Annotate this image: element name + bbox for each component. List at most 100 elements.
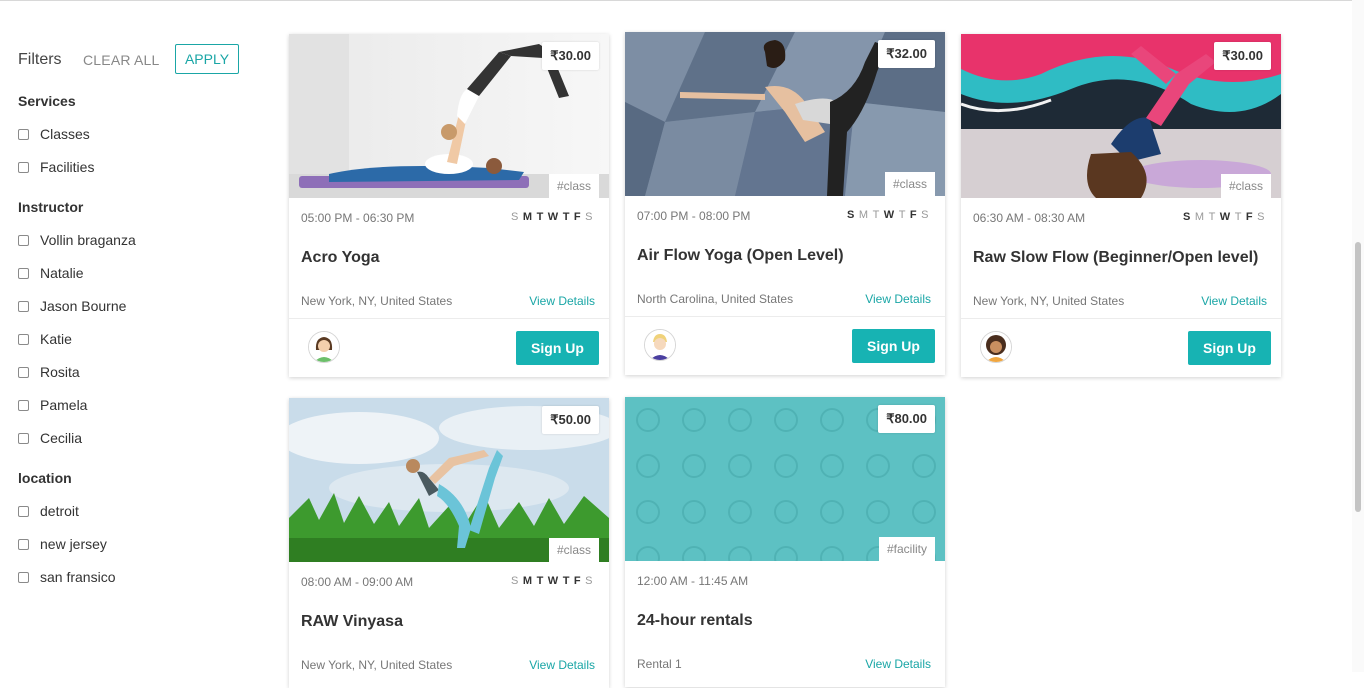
card-divider: [625, 316, 945, 317]
class-time: 05:00 PM - 06:30 PM: [301, 211, 415, 225]
filter-option-classes[interactable]: Classes: [18, 124, 90, 144]
checkbox[interactable]: [18, 505, 29, 517]
price-badge: ₹30.00: [1214, 42, 1271, 70]
view-details-link[interactable]: View Details: [865, 292, 931, 306]
class-card[interactable]: ₹30.00 #class 06:30 AM - 08:30 AM SMTWTF…: [961, 34, 1281, 377]
day-mon: M: [858, 209, 869, 221]
class-time: 08:00 AM - 09:00 AM: [301, 575, 414, 589]
clear-all-link[interactable]: CLEAR ALL: [83, 52, 160, 68]
checkbox[interactable]: [18, 571, 29, 583]
day-fri: F: [573, 575, 582, 587]
sign-up-button[interactable]: Sign Up: [1188, 331, 1271, 365]
filter-option-label: detroit: [40, 503, 79, 519]
checkbox[interactable]: [18, 432, 29, 444]
filter-option-label: Katie: [40, 331, 72, 347]
view-details-link[interactable]: View Details: [529, 658, 595, 672]
filter-group-location-title: location: [18, 470, 72, 486]
filter-option-pamela[interactable]: Pamela: [18, 395, 87, 415]
day-thu: T: [898, 209, 906, 221]
day-wed: W: [1219, 211, 1231, 223]
checkbox[interactable]: [18, 366, 29, 378]
filter-option-vollin-braganza[interactable]: Vollin braganza: [18, 230, 136, 250]
view-details-link[interactable]: View Details: [865, 657, 931, 671]
day-sun: S: [511, 575, 519, 587]
avatar-illustration: [645, 330, 675, 360]
filter-option-label: Classes: [40, 126, 90, 142]
avatar-illustration: [309, 332, 339, 362]
day-thu: T: [1234, 211, 1242, 223]
card-location: North Carolina, United States: [637, 292, 794, 306]
filter-option-label: Cecilia: [40, 430, 83, 446]
facility-card[interactable]: ₹80.00 #facility 12:00 AM - 11:45 AM 24-…: [625, 397, 945, 687]
male-instructor-avatar[interactable]: [644, 329, 676, 361]
filter-option-katie[interactable]: Katie: [18, 329, 72, 349]
checkbox[interactable]: [18, 161, 29, 173]
card-title: RAW Vinyasa: [301, 613, 403, 630]
filter-option-jason-bourne[interactable]: Jason Bourne: [18, 296, 126, 316]
filter-group-instructor-title: Instructor: [18, 199, 84, 215]
facility-time: 12:00 AM - 11:45 AM: [637, 574, 749, 588]
checkbox[interactable]: [18, 399, 29, 411]
class-card[interactable]: ₹30.00 #class 05:00 PM - 06:30 PM SMTWTF…: [289, 34, 609, 377]
day-mon: M: [522, 211, 533, 223]
filter-option-rosita[interactable]: Rosita: [18, 362, 80, 382]
filter-option-cecilia[interactable]: Cecilia: [18, 428, 82, 448]
checkbox[interactable]: [18, 333, 29, 345]
filter-option-label: san fransico: [40, 569, 116, 585]
filter-option-label: Vollin braganza: [40, 232, 136, 248]
checkbox[interactable]: [18, 538, 29, 550]
filter-option-detroit[interactable]: detroit: [18, 501, 79, 521]
weekday-indicator: SMTWTFS: [1179, 211, 1265, 223]
view-details-link[interactable]: View Details: [1201, 294, 1267, 308]
class-card[interactable]: ₹50.00 #class 08:00 AM - 09:00 AM SMTWTF…: [289, 398, 609, 688]
card-location: New York, NY, United States: [301, 294, 453, 308]
filter-option-label: Natalie: [40, 265, 84, 281]
checkbox[interactable]: [18, 300, 29, 312]
day-sat: S: [585, 575, 593, 587]
class-time: 07:00 PM - 08:00 PM: [637, 209, 751, 223]
view-details-link[interactable]: View Details: [529, 294, 595, 308]
filter-group-services-title: Services: [18, 93, 76, 109]
checkbox[interactable]: [18, 267, 29, 279]
female-instructor-avatar-2[interactable]: [980, 331, 1012, 363]
day-sun: S: [511, 211, 519, 223]
filter-option-new-jersey[interactable]: new jersey: [18, 534, 107, 554]
day-fri: F: [1245, 211, 1254, 223]
scrollbar-thumb[interactable]: [1355, 242, 1361, 512]
filter-option-san-fransico[interactable]: san fransico: [18, 567, 115, 587]
day-sun: S: [847, 209, 855, 221]
filter-option-natalie[interactable]: Natalie: [18, 263, 84, 283]
day-tue: T: [1208, 211, 1216, 223]
filters-header: Filters CLEAR ALL APPLY: [18, 44, 248, 76]
filter-option-facilities[interactable]: Facilities: [18, 157, 94, 177]
avatar-illustration: [981, 332, 1011, 362]
day-wed: W: [547, 211, 559, 223]
card-divider: [289, 318, 609, 319]
card-location: Rental 1: [637, 657, 682, 671]
class-card[interactable]: ₹32.00 #class 07:00 PM - 08:00 PM SMTWTF…: [625, 32, 945, 375]
day-mon: M: [1194, 211, 1205, 223]
day-mon: M: [522, 575, 533, 587]
checkbox[interactable]: [18, 128, 29, 140]
checkbox[interactable]: [18, 234, 29, 246]
class-time: 06:30 AM - 08:30 AM: [973, 211, 1086, 225]
day-wed: W: [547, 575, 559, 587]
day-fri: F: [573, 211, 582, 223]
card-title: Acro Yoga: [301, 249, 380, 266]
card-location: New York, NY, United States: [973, 294, 1125, 308]
price-badge: ₹50.00: [542, 406, 599, 434]
weekday-indicator: SMTWTFS: [507, 575, 593, 587]
sign-up-button[interactable]: Sign Up: [852, 329, 935, 363]
card-title: Air Flow Yoga (Open Level): [637, 247, 844, 264]
card-divider: [961, 318, 1281, 319]
filters-title: Filters: [18, 51, 62, 68]
sign-up-button[interactable]: Sign Up: [516, 331, 599, 365]
filter-option-label: Rosita: [40, 364, 80, 380]
card-title: 24-hour rentals: [637, 612, 753, 629]
day-wed: W: [883, 209, 895, 221]
top-divider: [0, 0, 1364, 1]
day-tue: T: [536, 211, 544, 223]
apply-button[interactable]: APPLY: [175, 44, 239, 74]
day-sat: S: [921, 209, 929, 221]
female-instructor-avatar[interactable]: [308, 331, 340, 363]
